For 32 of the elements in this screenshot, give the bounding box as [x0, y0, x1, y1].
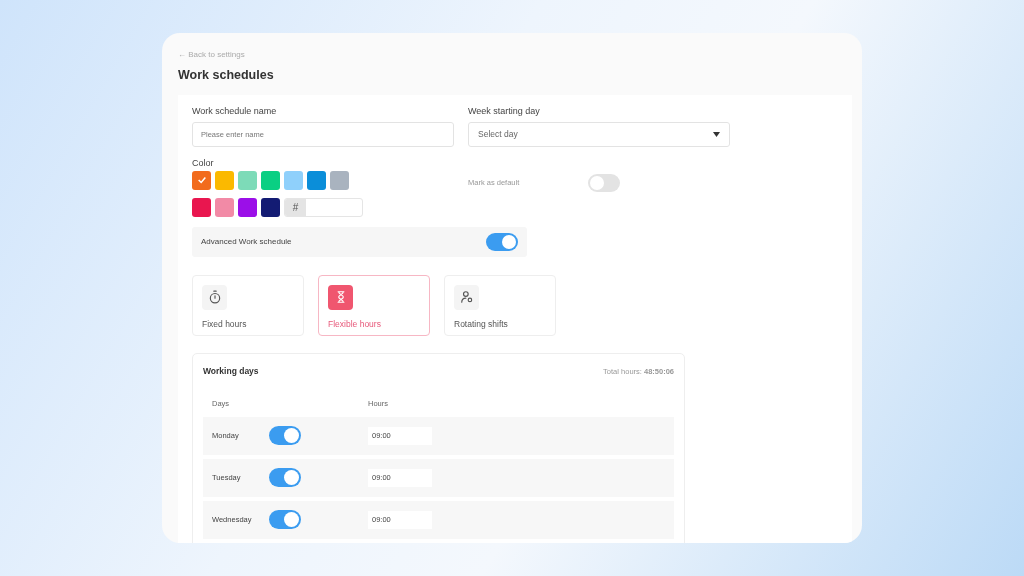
color-swatch[interactable]: [215, 170, 234, 190]
field-label: Week starting day: [468, 104, 541, 117]
stopwatch-icon: [207, 290, 222, 305]
color-swatch[interactable]: [284, 170, 303, 190]
color-swatch[interactable]: [192, 170, 211, 190]
color-swatch[interactable]: [192, 197, 211, 217]
page-title: Work schedules: [178, 67, 275, 84]
schedule-type-card[interactable]: Fixed hours: [192, 274, 304, 336]
day-toggle[interactable]: [269, 468, 301, 488]
color-swatch[interactable]: [330, 170, 349, 190]
field-label: Work schedule name: [192, 104, 278, 117]
color-swatch[interactable]: [215, 197, 234, 217]
color-swatch[interactable]: [238, 197, 257, 217]
color-swatch[interactable]: [307, 170, 326, 190]
schedule-type-card[interactable]: Rotating shifts: [444, 274, 556, 336]
hex-input[interactable]: #: [284, 197, 363, 217]
user-settings-icon: [459, 290, 474, 305]
hash-label: #: [285, 198, 306, 216]
advanced-toggle[interactable]: [486, 232, 518, 251]
color-swatch[interactable]: [238, 170, 257, 190]
day-toggle[interactable]: [269, 510, 301, 530]
default-toggle[interactable]: [588, 173, 620, 192]
color-swatch[interactable]: [261, 197, 280, 217]
check-icon: [196, 175, 207, 186]
day-toggle[interactable]: [269, 426, 301, 446]
day-select[interactable]: Select day: [468, 121, 730, 147]
caret-icon: [713, 131, 720, 137]
color-label: Color: [192, 156, 215, 169]
section-title: Working days: [203, 364, 259, 378]
advanced-label: Advanced Work schedule: [201, 235, 292, 248]
color-swatch[interactable]: [261, 170, 280, 190]
schedule-type-card[interactable]: Flexible hours: [318, 274, 430, 336]
